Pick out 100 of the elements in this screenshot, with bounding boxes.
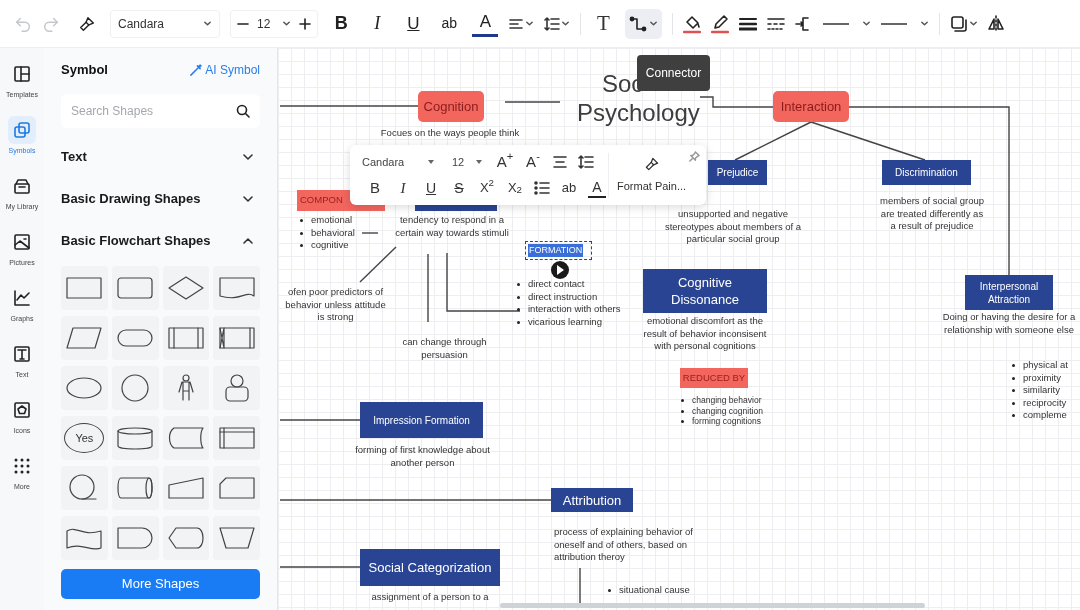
- icons-icon: [13, 400, 31, 419]
- bullet-icon: [1012, 401, 1015, 405]
- ai-symbol-button[interactable]: AI Symbol: [189, 61, 260, 79]
- selected-label[interactable]: FORMATION: [528, 244, 584, 257]
- cursor-icon: [550, 260, 570, 280]
- italic-button[interactable]: I: [394, 178, 412, 198]
- diagram-title: Psychology: [577, 99, 700, 127]
- italic-button[interactable]: I: [364, 10, 391, 37]
- bullet-icon: [608, 589, 611, 592]
- subscript-button[interactable]: X$_{2}$: [506, 178, 524, 198]
- note-text: members of social group are treated differently as a result of prejudice: [879, 195, 985, 233]
- shape-tile[interactable]: [61, 466, 108, 510]
- shape-tile[interactable]: [213, 516, 260, 560]
- text-box-icon: [13, 344, 31, 363]
- font-dropdown[interactable]: Candara: [358, 152, 438, 172]
- bold-button[interactable]: B: [328, 10, 355, 37]
- plus-icon[interactable]: [299, 17, 312, 30]
- color-button[interactable]: A: [588, 178, 606, 198]
- note-text: tendency to respond in a certain way towards stimuli: [394, 214, 510, 239]
- caret-icon: [428, 159, 434, 165]
- line-spacing-icon[interactable]: [578, 154, 594, 170]
- list-item-text: proximity: [1023, 371, 1061, 384]
- templates-icon: [13, 64, 31, 83]
- shape-tile[interactable]: [213, 266, 260, 310]
- format-painter-button[interactable]: Format Pain...: [609, 145, 695, 205]
- bullet-icon: [517, 295, 520, 299]
- diagram-node[interactable]: Impression Formation: [360, 402, 483, 438]
- font-dropdown[interactable]: Candara: [110, 9, 220, 38]
- diagram-node[interactable]: Attribution: [551, 488, 633, 512]
- diagram-node[interactable]: Cognitive Dissonance: [643, 269, 767, 313]
- strike-button[interactable]: S: [450, 178, 468, 198]
- shape-tile[interactable]: [213, 466, 260, 510]
- shape-tile[interactable]: [162, 516, 210, 560]
- align-icon[interactable]: [552, 154, 568, 170]
- bullet-icon: [1012, 414, 1015, 417]
- section-header[interactable]: Text: [61, 136, 260, 178]
- caret-icon: [969, 19, 979, 28]
- diagram-node[interactable]: Prejudice: [708, 160, 767, 185]
- bullet-list-icon[interactable]: [534, 180, 550, 196]
- pen-icon[interactable]: [711, 13, 730, 34]
- shape-tile[interactable]: [213, 316, 260, 360]
- plain-button[interactable]: ab: [560, 178, 578, 198]
- layers-icon: [13, 120, 31, 139]
- shape-tile[interactable]: [213, 416, 260, 460]
- shape-tile[interactable]: Yes: [61, 416, 108, 460]
- connector-line: [361, 232, 379, 234]
- picture-icon: [13, 232, 31, 251]
- list-item-text: reciprocity: [1023, 396, 1067, 409]
- shape-tile[interactable]: [111, 316, 159, 360]
- shape-tile[interactable]: [213, 366, 260, 410]
- paintbrush-icon[interactable]: [78, 14, 96, 33]
- bullet-icon: [681, 399, 684, 402]
- superscript-button[interactable]: X$^{2}$: [478, 178, 496, 198]
- section-header[interactable]: Basic Drawing Shapes: [61, 178, 260, 220]
- shape-tile[interactable]: [162, 416, 210, 460]
- shape-tile[interactable]: [111, 366, 159, 410]
- font-size-dropdown[interactable]: 12: [448, 152, 486, 172]
- pin-icon[interactable]: [689, 151, 700, 162]
- shape-tile[interactable]: [111, 416, 159, 460]
- shape-tile[interactable]: [61, 316, 108, 360]
- connector-button[interactable]: [625, 8, 663, 39]
- shape-tile[interactable]: [111, 466, 159, 510]
- shape-tile[interactable]: [162, 266, 210, 310]
- shape-tile[interactable]: [111, 516, 159, 560]
- shape-tile[interactable]: [162, 316, 210, 360]
- library-icon: [13, 176, 31, 195]
- bullet-icon: [1012, 389, 1015, 392]
- line-spacing-button[interactable]: [544, 15, 571, 32]
- shape-tile[interactable]: [61, 366, 108, 410]
- diagram-node[interactable]: Discrimination: [882, 160, 971, 185]
- underline-button[interactable]: U: [400, 10, 427, 37]
- plain-button[interactable]: ab: [436, 10, 463, 37]
- search-icon[interactable]: [236, 104, 250, 118]
- search-field[interactable]: Search Shapes: [61, 94, 260, 128]
- horizontal-scrollbar[interactable]: [500, 603, 925, 608]
- shape-tile[interactable]: [61, 266, 108, 310]
- shadow-button[interactable]: [950, 14, 979, 33]
- graph-icon: [13, 288, 31, 307]
- caret-icon: [282, 19, 292, 28]
- shape-tile[interactable]: [61, 516, 108, 560]
- flip-icon[interactable]: [988, 14, 1005, 33]
- color-button[interactable]: A: [472, 10, 499, 37]
- bullet-icon: [300, 244, 303, 247]
- shape-tile[interactable]: [111, 266, 159, 310]
- grow-button[interactable]: A$^{+}$: [496, 152, 514, 172]
- shape-tile[interactable]: [162, 466, 210, 510]
- shape-tile[interactable]: [162, 366, 210, 410]
- shrink-button[interactable]: A$^{-}$: [524, 152, 542, 172]
- list-item-text: emotional: [311, 214, 353, 227]
- text-tool-button[interactable]: T: [591, 7, 616, 40]
- caret-icon: [920, 19, 930, 28]
- diagram-node[interactable]: Social Categorization: [360, 549, 500, 586]
- section-header[interactable]: Basic Flowchart Shapes: [61, 220, 260, 262]
- more-shapes-button[interactable]: More Shapes: [61, 569, 260, 599]
- fill-icon[interactable]: [683, 13, 702, 34]
- bullet-icon: [1012, 376, 1015, 380]
- caret-icon: [649, 19, 659, 28]
- underline-button[interactable]: U: [422, 178, 440, 198]
- list-item-text: behavioral: [311, 226, 355, 239]
- diagram-node[interactable]: Interpersonal Attraction: [965, 275, 1053, 310]
